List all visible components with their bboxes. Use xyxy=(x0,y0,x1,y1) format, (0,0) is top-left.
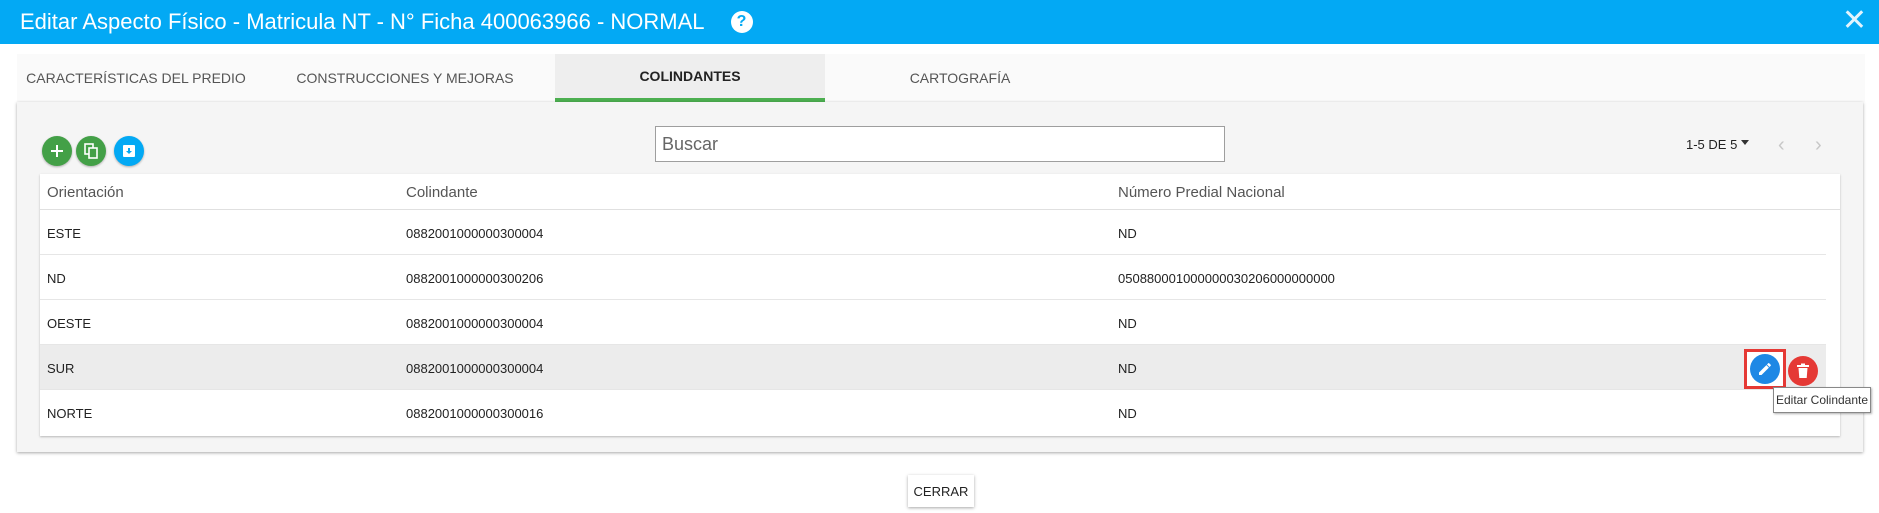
chevron-right-icon[interactable]: › xyxy=(1815,134,1822,157)
delete-colindante-button[interactable] xyxy=(1788,356,1818,386)
cell-colindante: 0882001000000300016 xyxy=(406,406,544,421)
copy-icon xyxy=(84,143,98,159)
tab-colindantes[interactable]: COLINDANTES xyxy=(555,54,825,102)
table-row[interactable]: NORTE 0882001000000300016 ND xyxy=(40,390,1826,435)
chevron-left-icon[interactable]: ‹ xyxy=(1778,134,1785,157)
dialog-titlebar: Editar Aspecto Físico - Matricula NT - N… xyxy=(0,0,1879,44)
tab-caracteristicas-del-predio[interactable]: CARACTERÍSTICAS DEL PREDIO xyxy=(17,54,255,102)
tab-bar: CARACTERÍSTICAS DEL PREDIO CONSTRUCCIONE… xyxy=(17,54,1865,102)
tab-cartografia[interactable]: CARTOGRAFÍA xyxy=(825,54,1095,102)
caret-down-icon xyxy=(1741,140,1750,145)
cell-colindante: 0882001000000300004 xyxy=(406,361,544,376)
cell-colindante: 0882001000000300004 xyxy=(406,316,544,331)
header-colindante[interactable]: Colindante xyxy=(406,184,478,201)
cell-orientacion: OESTE xyxy=(47,316,92,331)
cell-numero-predial: ND xyxy=(1118,406,1137,421)
cell-orientacion: NORTE xyxy=(47,406,93,421)
cell-colindante: 0882001000000300004 xyxy=(406,226,544,241)
cerrar-button[interactable]: CERRAR xyxy=(908,475,974,507)
tab-construcciones-y-mejoras[interactable]: CONSTRUCCIONES Y MEJORAS xyxy=(255,54,555,102)
colindantes-table: Orientación Colindante Número Predial Na… xyxy=(40,174,1840,436)
cell-orientacion: SUR xyxy=(47,361,75,376)
table-row[interactable]: OESTE 0882001000000300004 ND xyxy=(40,300,1826,345)
pencil-icon xyxy=(1759,363,1771,375)
table-row[interactable]: ND 0882001000000300206 05088000100000003… xyxy=(40,255,1826,300)
close-icon[interactable]: ✕ xyxy=(1842,4,1867,38)
cell-colindante: 0882001000000300206 xyxy=(406,271,544,286)
header-numero-predial[interactable]: Número Predial Nacional xyxy=(1118,184,1285,201)
edit-button-circle xyxy=(1750,354,1780,384)
pagination-select[interactable]: 1-5 DE 5 xyxy=(1686,137,1750,152)
add-button[interactable] xyxy=(42,136,72,166)
cell-numero-predial: 050880001000000030206000000000 xyxy=(1118,271,1335,286)
pagination-label: 1-5 DE 5 xyxy=(1686,137,1738,152)
cell-numero-predial: ND xyxy=(1118,226,1137,241)
table-header: Orientación Colindante Número Predial Na… xyxy=(40,174,1840,210)
cell-orientacion: ESTE xyxy=(47,226,81,241)
add-icon xyxy=(51,145,63,157)
header-orientacion[interactable]: Orientación xyxy=(47,184,124,201)
search-input[interactable] xyxy=(655,126,1225,162)
cell-orientacion: ND xyxy=(47,271,66,286)
trash-icon xyxy=(1797,363,1809,378)
archive-icon xyxy=(123,145,135,157)
table-row[interactable]: ESTE 0882001000000300004 ND xyxy=(40,210,1826,255)
table-row-highlighted[interactable]: SUR 0882001000000300004 ND xyxy=(40,345,1826,390)
copy-button[interactable] xyxy=(76,136,106,166)
help-icon[interactable]: ? xyxy=(730,11,753,33)
archive-button[interactable] xyxy=(114,136,144,166)
dialog-title: Editar Aspecto Físico - Matricula NT - N… xyxy=(20,9,705,34)
edit-tooltip: Editar Colindante xyxy=(1773,387,1871,413)
cell-numero-predial: ND xyxy=(1118,316,1137,331)
cell-numero-predial: ND xyxy=(1118,361,1137,376)
edit-colindante-button[interactable] xyxy=(1744,349,1786,389)
